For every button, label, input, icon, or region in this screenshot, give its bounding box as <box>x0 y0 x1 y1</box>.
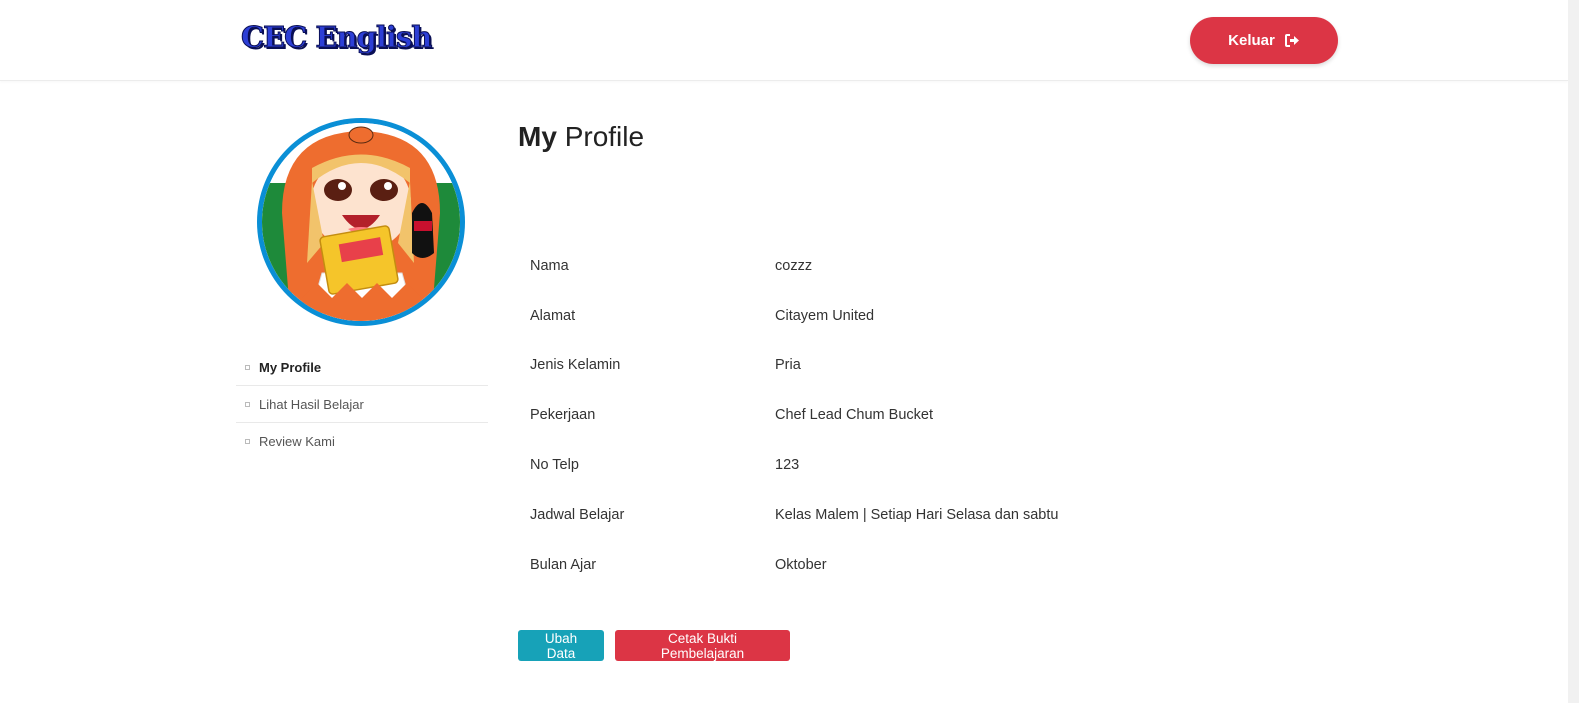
bullet-icon <box>245 401 250 407</box>
page-title: My Profile <box>518 121 644 153</box>
sidebar-item-label: My Profile <box>259 359 322 375</box>
print-certificate-button[interactable]: Cetak Bukti Pembelajaran <box>615 630 790 661</box>
avatar-illustration <box>262 123 460 321</box>
sign-out-icon <box>1284 34 1299 47</box>
field-label: Jenis Kelamin <box>530 357 621 374</box>
field-label: Alamat <box>530 307 576 324</box>
field-value: Chef Lead Chum Bucket <box>775 407 933 424</box>
field-value: Pria <box>775 357 801 374</box>
table-row: No Telp 123 <box>530 440 1170 490</box>
sidebar-item-label: Lihat Hasil Belajar <box>259 396 364 412</box>
sidebar-item-label: Review Kami <box>259 433 335 449</box>
table-row: Pekerjaan Chef Lead Chum Bucket <box>530 390 1170 440</box>
table-row: Alamat Citayem United <box>530 291 1170 341</box>
table-row: Bulan Ajar Oktober <box>530 540 1170 590</box>
table-row: Nama cozzz <box>530 241 1170 291</box>
field-label: Bulan Ajar <box>530 556 597 573</box>
bullet-icon <box>245 364 250 370</box>
field-value: 123 <box>775 457 800 474</box>
profile-table: Nama cozzz Alamat Citayem United Jenis K… <box>530 241 1170 590</box>
sidebar-item-lihat-hasil-belajar[interactable]: Lihat Hasil Belajar <box>236 386 488 423</box>
field-label: Nama <box>530 257 569 274</box>
sidebar-item-review-kami[interactable]: Review Kami <box>236 423 488 459</box>
avatar <box>262 123 460 321</box>
site-logo[interactable]: CEC English <box>240 20 432 55</box>
bullet-icon <box>245 438 250 444</box>
field-label: No Telp <box>530 457 579 474</box>
page-title-rest: Profile <box>564 121 645 152</box>
logout-button[interactable]: Keluar <box>1190 17 1338 64</box>
table-row: Jenis Kelamin Pria <box>530 341 1170 391</box>
logout-label: Keluar <box>1228 32 1275 49</box>
field-label: Jadwal Belajar <box>530 506 625 523</box>
edit-data-button[interactable]: Ubah Data <box>518 630 604 661</box>
table-row: Jadwal Belajar Kelas Malem | Setiap Hari… <box>530 490 1170 540</box>
top-navbar: CEC English Keluar <box>0 0 1568 81</box>
field-value: Kelas Malem | Setiap Hari Selasa dan sab… <box>775 506 1059 523</box>
field-value: Citayem United <box>775 307 875 324</box>
sidebar-nav: My Profile Lihat Hasil Belajar Review Ka… <box>236 349 488 459</box>
field-value: cozzz <box>775 257 813 274</box>
page-scrollbar[interactable] <box>1568 0 1579 703</box>
field-value: Oktober <box>775 556 827 573</box>
avatar-ring <box>257 118 465 326</box>
field-label: Pekerjaan <box>530 407 596 424</box>
sidebar-item-my-profile[interactable]: My Profile <box>236 349 488 386</box>
page-title-bold: My <box>518 121 557 152</box>
